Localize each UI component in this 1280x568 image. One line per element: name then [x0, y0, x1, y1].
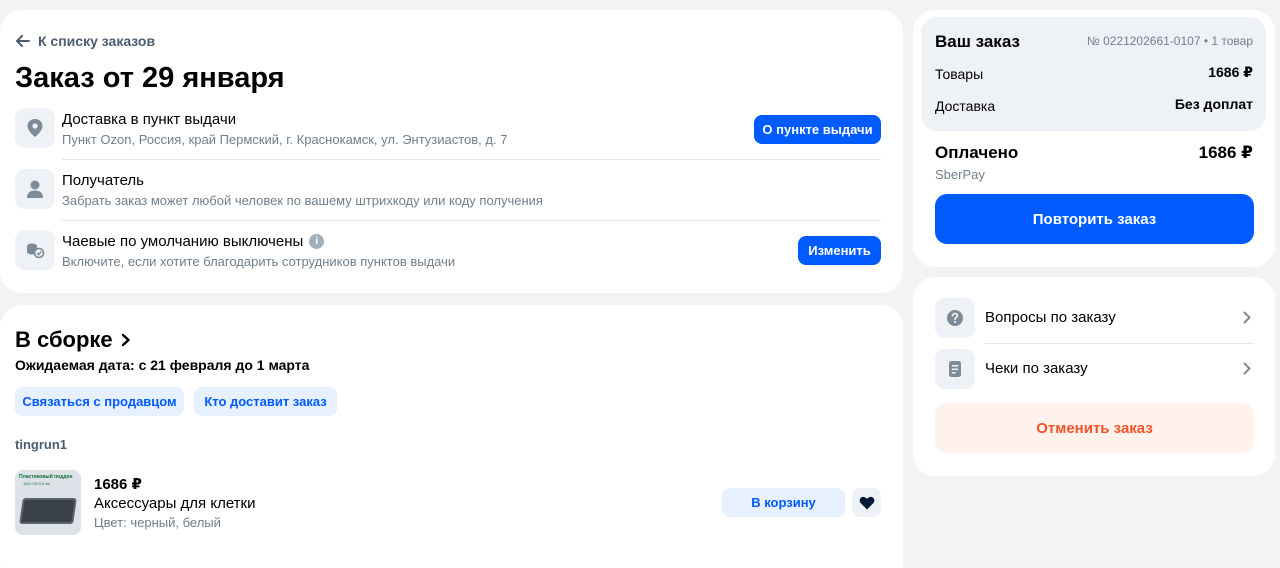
- product-price: 1686 ₽: [94, 476, 142, 493]
- chevron-right-icon: [1243, 362, 1251, 375]
- receipts-label: Чеки по заказу: [985, 360, 1088, 377]
- order-actions-card: Вопросы по заказу Чеки по заказу Отменит…: [913, 277, 1275, 476]
- divider: [62, 159, 881, 160]
- expected-date: Ожидаемая дата: с 21 февраля до 1 марта: [15, 357, 310, 373]
- summary-inner: Ваш заказ № 0221202661-0107 • 1 товар То…: [921, 17, 1266, 131]
- tray-image: [19, 498, 77, 524]
- paid-value: 1686 ₽: [1198, 143, 1253, 162]
- shipment-status-label: В сборке: [15, 327, 113, 352]
- order-questions-link[interactable]: Вопросы по заказу: [935, 298, 1255, 338]
- receipt-icon: [935, 349, 975, 389]
- back-link-label: К списку заказов: [38, 33, 156, 49]
- goods-value: 1686 ₽: [1208, 64, 1253, 80]
- chevron-right-icon: [1243, 311, 1251, 324]
- info-icon[interactable]: i: [309, 234, 325, 249]
- recipient-title: Получатель: [62, 172, 144, 189]
- divider: [985, 343, 1254, 344]
- tips-title: Чаевые по умолчанию выключены i: [62, 233, 325, 250]
- tips-title-label: Чаевые по умолчанию выключены: [62, 233, 304, 250]
- delivery-title: Доставка в пункт выдачи: [62, 111, 237, 128]
- payment-method: SberPay: [935, 167, 985, 182]
- delivery-address: Пункт Ozon, Россия, край Пермский, г. Кр…: [62, 132, 508, 147]
- divider: [62, 220, 881, 221]
- shipment-card: В сборке Ожидаемая дата: с 21 февраля до…: [0, 305, 903, 568]
- heart-icon: [859, 496, 875, 510]
- coins-icon: [15, 230, 55, 270]
- goods-label: Товары: [935, 66, 984, 82]
- receipts-link[interactable]: Чеки по заказу: [935, 349, 1255, 389]
- product-name[interactable]: Аксессуары для клетки: [94, 495, 255, 512]
- shipment-status[interactable]: В сборке: [15, 327, 131, 353]
- back-link[interactable]: К списку заказов: [16, 33, 155, 49]
- contact-seller-button[interactable]: Связаться с продавцом: [15, 387, 184, 416]
- cancel-order-button[interactable]: Отменить заказ: [935, 403, 1254, 453]
- favorite-button[interactable]: [852, 488, 881, 517]
- change-tips-button[interactable]: Изменить: [798, 236, 881, 265]
- product-color: Цвет: черный, белый: [94, 515, 221, 530]
- repeat-order-button[interactable]: Повторить заказ: [935, 194, 1254, 244]
- arrow-left-icon: [16, 35, 30, 47]
- question-icon: [935, 298, 975, 338]
- paid-label: Оплачено: [935, 143, 1019, 162]
- order-summary-card: Ваш заказ № 0221202661-0107 • 1 товар То…: [913, 10, 1275, 267]
- pickup-point-info-button[interactable]: О пункте выдачи: [754, 115, 881, 144]
- user-icon: [15, 169, 55, 209]
- order-details-card: К списку заказов Заказ от 29 января Дост…: [0, 10, 903, 293]
- product-thumbnail[interactable]: Пластиковый поддон 119×73×3.5 см: [15, 470, 81, 535]
- summary-title: Ваш заказ: [935, 32, 1020, 51]
- recipient-note: Забрать заказ может любой человек по ваш…: [62, 193, 543, 208]
- delivery-label: Доставка: [935, 98, 996, 114]
- who-delivers-button[interactable]: Кто доставит заказ: [194, 387, 337, 416]
- thumb-size: 119×73×3.5 см: [23, 481, 50, 486]
- delivery-value: Без доплат: [1174, 96, 1253, 112]
- questions-label: Вопросы по заказу: [985, 309, 1116, 326]
- chevron-right-icon: [121, 333, 131, 347]
- page-title: Заказ от 29 января: [15, 62, 285, 94]
- thumb-caption: Пластиковый поддон: [19, 474, 73, 480]
- tips-note: Включите, если хотите благодарить сотруд…: [62, 254, 456, 269]
- order-number: № 0221202661-0107 • 1 товар: [1086, 34, 1253, 48]
- location-pin-icon: [15, 108, 55, 148]
- add-to-cart-button[interactable]: В корзину: [722, 488, 845, 517]
- seller-name[interactable]: tingrun1: [15, 437, 67, 452]
